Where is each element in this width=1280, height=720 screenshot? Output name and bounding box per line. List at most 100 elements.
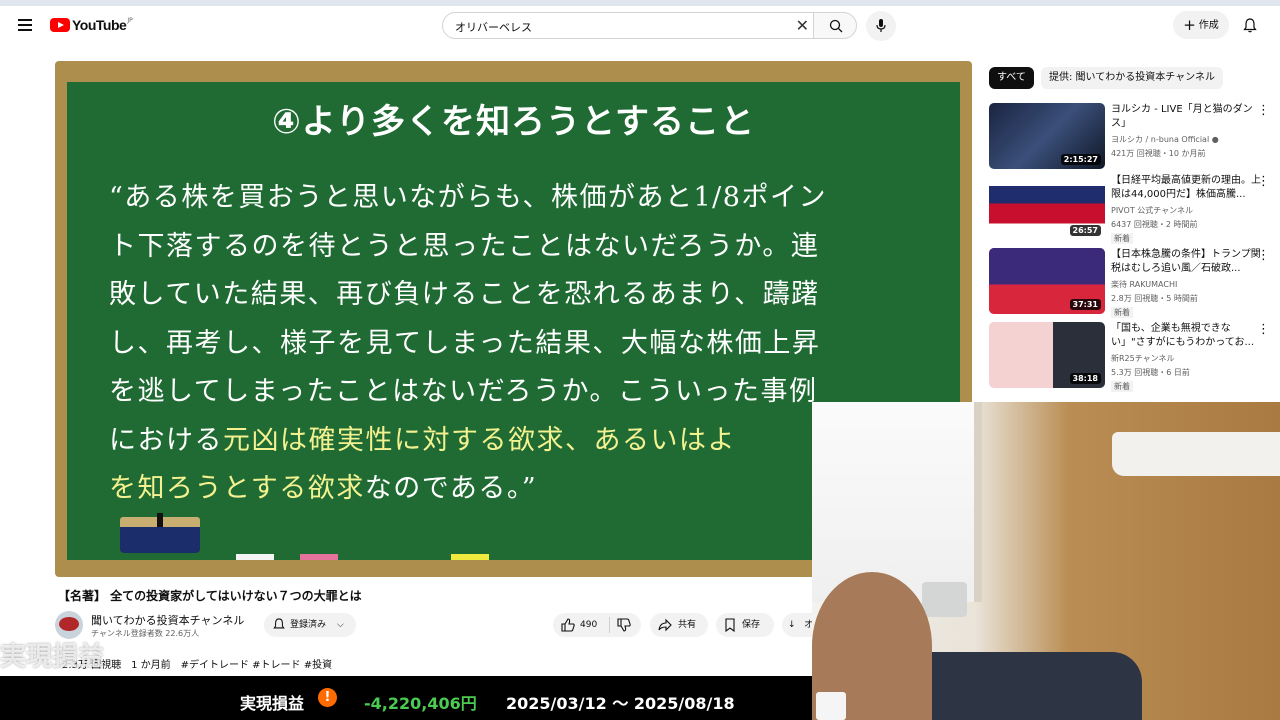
recommended-meta: 5.3万 回視聴・6 日前 — [1111, 368, 1190, 377]
youtube-play-icon — [50, 18, 70, 32]
more-actions-icon[interactable]: ⋮ — [1257, 103, 1270, 118]
board-line: における元凶は確実性に対する欲求、あるいはよ — [109, 417, 929, 466]
board-line: を逃してしまったことはないだろうか。こういった事例 — [109, 376, 818, 407]
recommended-channel-name: ヨルシカ / n-buna Official — [1111, 135, 1210, 144]
download-icon: ↓ — [788, 620, 796, 630]
cup — [816, 692, 846, 720]
search-button[interactable] — [813, 12, 857, 39]
board-text: における — [109, 424, 223, 456]
like-count: 490 — [580, 620, 598, 630]
chip-all[interactable]: すべて — [989, 67, 1034, 89]
duration-badge: 38:18 — [1069, 373, 1101, 384]
chip-channel[interactable]: 提供: 聞いてわかる投資本チャンネル — [1041, 67, 1223, 89]
chalk-white — [236, 554, 274, 560]
chevron-down-icon: ⌵ — [337, 620, 344, 630]
recommended-meta: 2.8万 回視聴・5 時間前 — [1111, 294, 1198, 303]
warning-icon: ! — [318, 688, 337, 707]
logo-country: JP — [127, 17, 133, 24]
board-quote: “ある株を買おうと思いながらも、株価があと1/8ポイン ト下落するのを待とうと思… — [109, 174, 929, 514]
board-title: ④より多くを知ろうとすること — [271, 102, 756, 142]
board-highlight: を知ろうとする欲求 — [109, 473, 365, 504]
duration-badge: 37:31 — [1069, 299, 1101, 310]
video-thumbnail[interactable]: 2:15:27 — [989, 103, 1105, 169]
board-line: “ある株を買おうと思いながらも、株価があと1/8ポイン — [109, 182, 827, 213]
realized-pnl-bar: 実現損益 ! -4,220,406円 2025/03/12 ～ 2025/08/… — [0, 676, 812, 720]
board-highlight: 元凶は確実性に対する欲求、あるいはよ — [223, 424, 736, 456]
verified-icon: ● — [1211, 135, 1219, 144]
divider — [609, 617, 610, 633]
subscribed-button[interactable]: 登録済み ⌵ — [264, 613, 356, 637]
air-conditioner — [1112, 432, 1280, 476]
room-object — [922, 582, 967, 617]
duration-badge: 2:15:27 — [1060, 154, 1101, 165]
more-actions-icon[interactable]: ⋮ — [1257, 322, 1270, 337]
save-button[interactable]: 保存 — [716, 613, 774, 637]
video-thumbnail[interactable]: 38:18 — [989, 322, 1105, 388]
pnl-label: 実現損益 — [240, 694, 305, 713]
recommended-video[interactable]: 26:57 【日経平均最高値更新の理由。上限は44,000円だ】株価高騰... … — [989, 174, 1279, 244]
share-label: 共有 — [678, 620, 697, 630]
chalk-pink — [300, 554, 338, 560]
board-text: なのである。” — [364, 473, 538, 504]
more-actions-icon[interactable]: ⋮ — [1257, 248, 1270, 263]
channel-avatar[interactable] — [55, 611, 83, 639]
youtube-logo[interactable]: YouTube JP — [50, 17, 133, 33]
recommended-video[interactable]: 37:31 【日本株急騰の条件】トランプ関税はむしろ追い風／石破政... 楽待 … — [989, 248, 1279, 318]
recommended-meta: 6437 回視聴・2 時間前 — [1111, 220, 1198, 229]
pnl-period: 2025/03/12 ～ 2025/08/18 — [506, 694, 735, 713]
thumbs-down-icon[interactable] — [617, 618, 631, 632]
bookmark-icon — [725, 618, 735, 632]
video-thumbnail[interactable]: 26:57 — [989, 174, 1105, 240]
thumbs-up-icon[interactable] — [561, 618, 575, 632]
youtube-watch-page: YouTube JP オリバーベレス ✕ + 作成 ④より多くを知ろうとすること … — [0, 0, 1280, 720]
video-title: 【名著】 全ての投資家がしてはいけない７つの大罪とは — [58, 589, 362, 603]
subscribed-label: 登録済み — [290, 620, 327, 630]
search-input-value: オリバーベレス — [455, 21, 532, 34]
recommended-channel[interactable]: ヨルシカ / n-buna Official ● — [1111, 134, 1219, 145]
eraser-illustration — [120, 513, 200, 553]
notifications-bell-icon[interactable] — [1243, 18, 1257, 37]
chalk-yellow — [451, 554, 489, 560]
recommended-channel[interactable]: 新R25チャンネル — [1111, 353, 1175, 364]
recommended-title[interactable]: 【日経平均最高値更新の理由。上限は44,000円だ】株価高騰... — [1111, 174, 1261, 202]
board-line: 敗していた結果、再び負けることを恐れるあまり、躊躇 — [109, 279, 820, 310]
bell-icon — [273, 618, 285, 629]
create-label: 作成 — [1198, 20, 1219, 31]
channel-name[interactable]: 聞いてわかる投資本チャンネル — [91, 612, 244, 628]
room-window — [812, 402, 982, 602]
new-badge: 新着 — [1111, 307, 1133, 318]
recommended-title[interactable]: ヨルシカ - LIVE「月と猫のダンス」 — [1111, 103, 1261, 131]
logo-text: YouTube — [72, 17, 127, 33]
board-line: し、再考し、様子を見てしまった結果、大幅な株価上昇 — [109, 327, 821, 359]
pnl-value: -4,220,406円 — [364, 694, 477, 713]
menu-icon[interactable] — [18, 19, 32, 31]
new-badge: 新着 — [1111, 381, 1133, 392]
recommended-channel[interactable]: 楽待 RAKUMACHI — [1111, 279, 1177, 290]
recommended-video[interactable]: 2:15:27 ヨルシカ - LIVE「月と猫のダンス」 ヨルシカ / n-bu… — [989, 103, 1279, 173]
recommended-channel[interactable]: PIVOT 公式チャンネル — [1111, 205, 1193, 216]
duration-badge: 26:57 — [1069, 225, 1101, 236]
recommended-title[interactable]: 【日本株急騰の条件】トランプ関税はむしろ追い風／石破政... — [1111, 248, 1261, 276]
like-dislike-group[interactable]: 490 — [553, 613, 641, 637]
webcam-overlay — [812, 402, 1280, 720]
save-label: 保存 — [742, 620, 761, 630]
plus-icon: + — [1183, 16, 1196, 34]
microphone-icon — [876, 19, 886, 32]
recommended-title[interactable]: 「国も、企業も無視できない」"さすがにもうわかってお... — [1111, 322, 1261, 350]
new-badge: 新着 — [1111, 233, 1133, 244]
share-button[interactable]: 共有 — [650, 613, 708, 637]
overlay-watermark-text: 実現損益 — [0, 642, 105, 672]
clear-search-icon[interactable]: ✕ — [796, 17, 809, 35]
recommended-meta: 421万 回視聴・10 か月前 — [1111, 149, 1206, 158]
board-line: ト下落するのを待とうと思ったことはないだろうか。連 — [109, 230, 820, 262]
share-icon — [658, 618, 672, 632]
create-button[interactable]: + 作成 — [1173, 11, 1229, 39]
board-line: を知ろうとする欲求なのである。” — [109, 465, 929, 514]
more-actions-icon[interactable]: ⋮ — [1257, 174, 1270, 189]
search-icon — [829, 19, 843, 33]
masthead: YouTube JP オリバーベレス ✕ + 作成 — [0, 6, 1280, 46]
search-input[interactable]: オリバーベレス ✕ — [442, 12, 814, 39]
video-thumbnail[interactable]: 37:31 — [989, 248, 1105, 314]
recommended-video[interactable]: 38:18 「国も、企業も無視できない」"さすがにもうわかってお... 新R25… — [989, 322, 1279, 392]
voice-search-button[interactable] — [866, 11, 896, 41]
